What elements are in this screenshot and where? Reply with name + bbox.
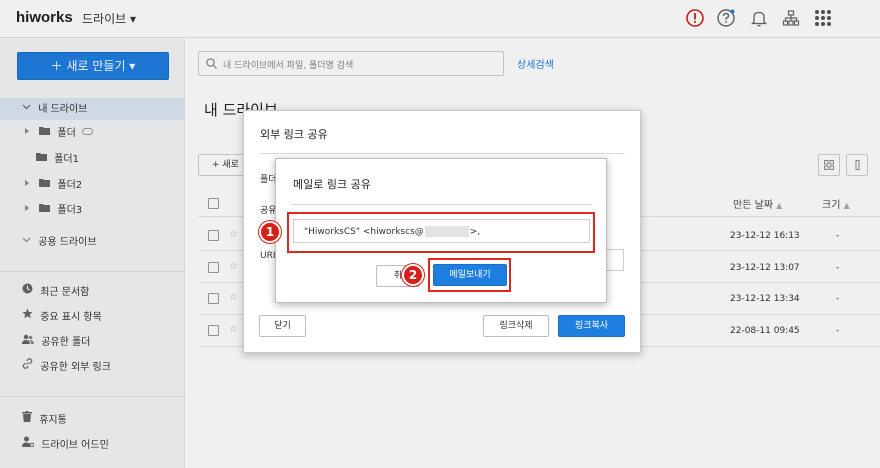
dialog-title: 외부 링크 공유 — [260, 128, 328, 141]
dialog-divider — [291, 204, 593, 205]
delete-link-button[interactable]: 링크삭제 — [483, 315, 549, 337]
step-badge-1: 1 — [259, 221, 281, 243]
copy-link-button[interactable]: 링크복사 — [558, 315, 625, 337]
close-button[interactable]: 닫기 — [259, 315, 306, 337]
dialog-divider — [260, 153, 625, 154]
highlight-send-button — [428, 258, 511, 292]
step-badge-2: 2 — [402, 264, 424, 286]
dialog-title: 메일로 링크 공유 — [293, 178, 371, 191]
highlight-recipient — [287, 212, 595, 253]
